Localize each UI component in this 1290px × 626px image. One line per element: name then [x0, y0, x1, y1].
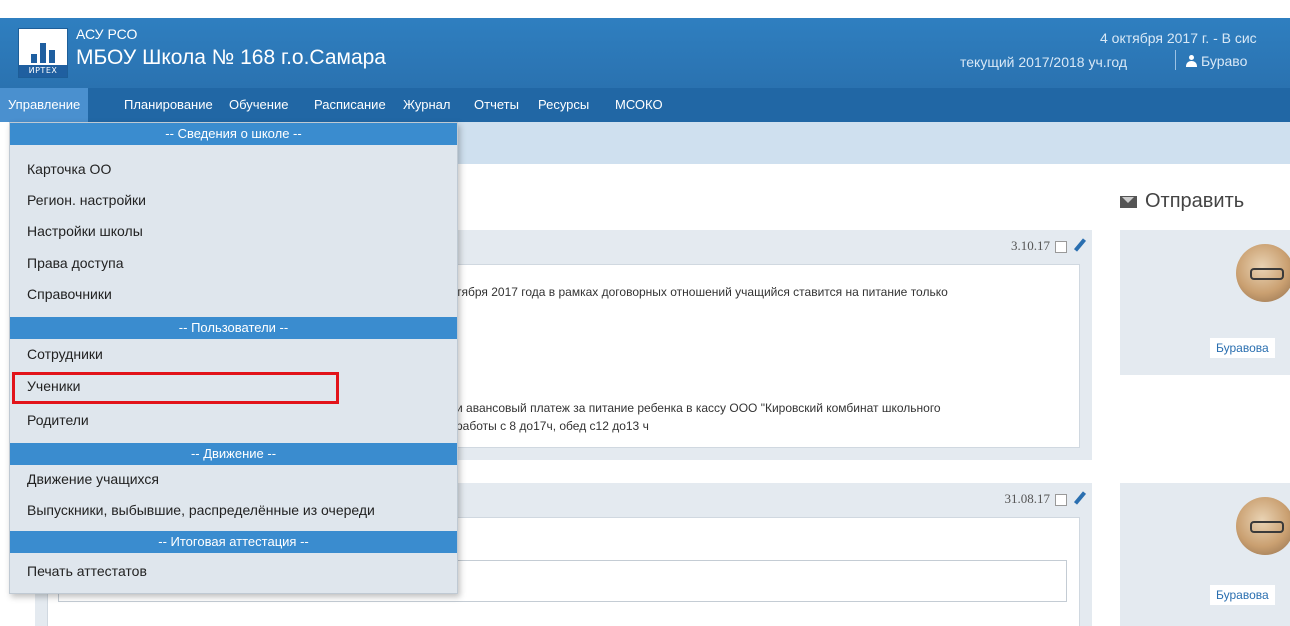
author-avatar	[1236, 244, 1290, 302]
announcement-text: тября 2017 года в рамках договорных отно…	[456, 285, 948, 299]
menu-item-staff[interactable]: Сотрудники	[27, 346, 103, 362]
management-dropdown: -- Сведения о школе -- Карточка ОО Регио…	[9, 122, 458, 594]
menu-item-region-settings[interactable]: Регион. настройки	[27, 192, 146, 208]
menu-item-parents[interactable]: Родители	[27, 412, 89, 428]
irtex-logo[interactable]: ИРТЕХ	[18, 28, 68, 78]
logo-text: ИРТЕХ	[19, 65, 67, 77]
app-window: ИРТЕХ АСУ РСО МБОУ Школа № 168 г.о.Самар…	[0, 0, 1290, 626]
pencil-icon[interactable]	[1073, 238, 1087, 252]
nav-item-learning[interactable]: Обучение	[229, 88, 288, 122]
author-name[interactable]: Буравова	[1210, 585, 1275, 605]
send-button[interactable]: Отправить	[1145, 190, 1244, 213]
user-name: Бураво	[1201, 53, 1248, 69]
main-nav: Управление Планирование Обучение Расписа…	[0, 88, 1290, 122]
header-date: 4 октября 2017 г. - В сис	[1100, 30, 1257, 46]
nav-item-management[interactable]: Управление	[0, 88, 89, 122]
announcement-date: 3.10.17	[1011, 238, 1050, 253]
school-name: МБОУ Школа № 168 г.о.Самара	[76, 46, 386, 69]
section-header-users: -- Пользователи --	[10, 317, 457, 339]
menu-item-access-rights[interactable]: Права доступа	[27, 255, 123, 271]
nav-item-resources[interactable]: Ресурсы	[538, 88, 589, 122]
menu-item-print-certificates[interactable]: Печать аттестатов	[27, 563, 147, 579]
nav-item-planning[interactable]: Планирование	[124, 88, 213, 122]
logo-bar-icon	[49, 50, 55, 63]
select-checkbox[interactable]	[1055, 241, 1067, 253]
author-card: Буравова	[1120, 483, 1290, 626]
school-year: текущий 2017/2018 уч.год	[960, 54, 1128, 70]
section-header-movement: -- Движение --	[10, 443, 457, 465]
announcement-text: работы с 8 до17ч, обед с12 до13 ч	[456, 419, 649, 433]
user-icon	[1186, 55, 1197, 67]
highlight-box	[12, 372, 339, 404]
pencil-icon[interactable]	[1073, 491, 1087, 505]
app-name: АСУ РСО	[76, 26, 138, 42]
nav-item-msoko[interactable]: МСОКО	[615, 88, 663, 122]
select-checkbox[interactable]	[1055, 494, 1067, 506]
logo-bar-icon	[31, 54, 37, 63]
announcement-date: 31.08.17	[1004, 491, 1051, 506]
logo-bar-icon	[40, 43, 46, 63]
author-name[interactable]: Буравова	[1210, 338, 1275, 358]
author-card: Буравова	[1120, 230, 1290, 375]
menu-item-school-card[interactable]: Карточка ОО	[27, 161, 111, 177]
nav-item-schedule[interactable]: Расписание	[314, 88, 386, 122]
nav-item-reports[interactable]: Отчеты	[474, 88, 519, 122]
author-avatar	[1236, 497, 1290, 555]
announcement-text: и авансовый платеж за питание ребенка в …	[456, 401, 941, 415]
menu-item-student-movement[interactable]: Движение учащихся	[27, 471, 159, 487]
menu-item-school-settings[interactable]: Настройки школы	[27, 223, 143, 239]
header-divider	[1175, 50, 1176, 70]
envelope-icon[interactable]	[1120, 196, 1137, 208]
section-header-school-info: -- Сведения о школе --	[10, 123, 457, 145]
nav-item-journal[interactable]: Журнал	[403, 88, 450, 122]
menu-item-graduates[interactable]: Выпускники, выбывшие, распределённые из …	[27, 502, 375, 518]
section-header-final-attestation: -- Итоговая аттестация --	[10, 531, 457, 553]
menu-item-directories[interactable]: Справочники	[27, 286, 112, 302]
user-menu[interactable]: Бураво	[1186, 53, 1247, 69]
